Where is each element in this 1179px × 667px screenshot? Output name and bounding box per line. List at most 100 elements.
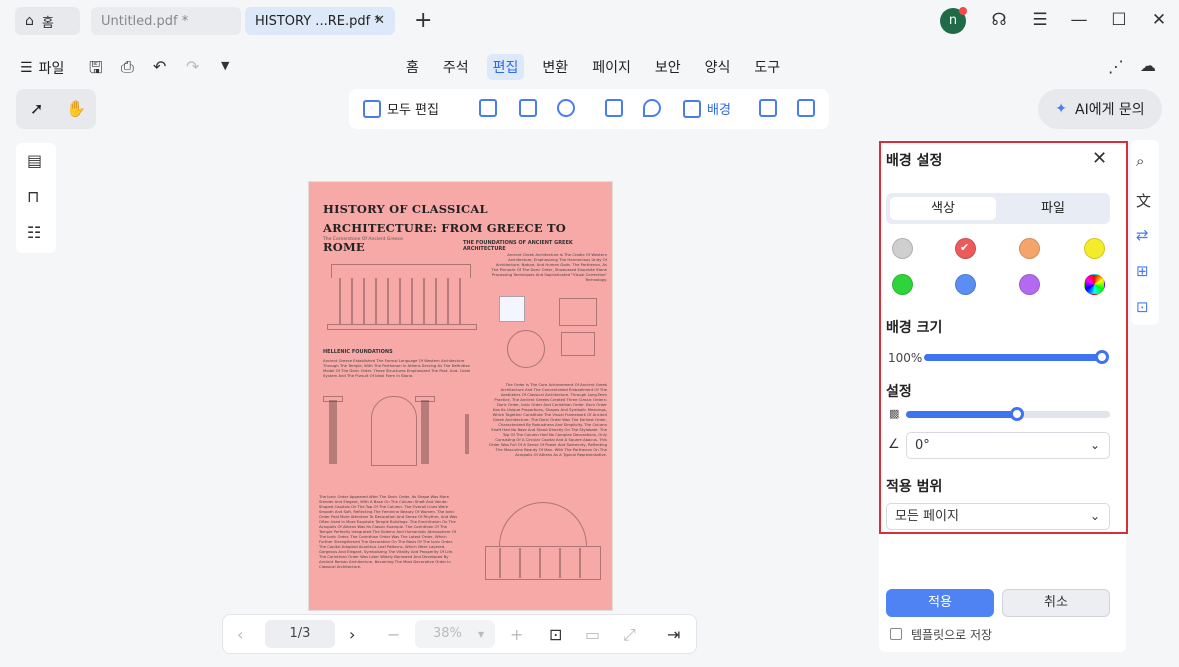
- add-image-icon[interactable]: [519, 99, 537, 117]
- thumbnails-icon[interactable]: ▤: [27, 151, 42, 170]
- color-swatch-yellow[interactable]: [1084, 238, 1105, 259]
- page-indicator[interactable]: 1/3: [265, 620, 335, 648]
- scope-label: 적용 범위: [886, 479, 943, 495]
- size-slider-handle[interactable]: [1095, 350, 1109, 364]
- geometry-diagram: [507, 330, 545, 368]
- color-swatch-orange[interactable]: [1019, 238, 1040, 259]
- scope-select[interactable]: 모든 페이지 ⌄: [886, 503, 1110, 530]
- undo-icon[interactable]: ↶: [153, 57, 166, 76]
- close-window-icon[interactable]: ✕: [1147, 8, 1171, 32]
- color-swatch-blue[interactable]: [955, 274, 976, 295]
- add-text-icon[interactable]: [479, 99, 497, 117]
- color-swatch-purple[interactable]: [1019, 274, 1040, 295]
- document-tab-untitled[interactable]: Untitled.pdf *: [91, 7, 241, 35]
- edit-all-button[interactable]: 모두 편집: [363, 99, 439, 118]
- scope-value: 모든 페이지: [895, 509, 959, 524]
- select-cursor-icon[interactable]: ➚: [30, 99, 43, 118]
- background-icon: [683, 99, 701, 118]
- menu-bar: ☰ 파일 🖫 ⎙ ↶ ↷ ▼ 홈 주석 편집 변환 페이지 보안 양식 도구 ⋰…: [0, 48, 1179, 86]
- screen-record-icon[interactable]: ⊡: [1136, 298, 1149, 316]
- size-slider-fill: [924, 354, 1102, 361]
- save-template-label: 템플릿으로 저장: [911, 628, 993, 642]
- bates-number-icon[interactable]: [797, 99, 815, 117]
- file-menu[interactable]: ☰ 파일: [20, 58, 64, 78]
- section-heading-hellenic: HELLENIC FOUNDATIONS: [323, 349, 393, 355]
- menu-item-tools[interactable]: 도구: [748, 54, 786, 80]
- minimize-icon[interactable]: —: [1067, 8, 1091, 32]
- inset-image: [499, 296, 525, 322]
- menu-item-edit[interactable]: 편집: [486, 54, 525, 80]
- source-toggle: 색상 파일: [886, 193, 1110, 224]
- hamburger-menu-icon[interactable]: ☰: [1028, 8, 1052, 32]
- background-label: 배경: [707, 103, 731, 118]
- ocr-icon[interactable]: ⊞: [1136, 262, 1149, 280]
- zoom-select[interactable]: 38% ▼: [415, 620, 495, 648]
- compare-icon[interactable]: ⇄: [1136, 226, 1149, 244]
- tab-color[interactable]: 색상: [890, 197, 996, 220]
- menu-item-page[interactable]: 페이지: [586, 54, 637, 80]
- share-icon[interactable]: ⋰: [1108, 57, 1124, 76]
- edit-all-icon: [363, 99, 381, 118]
- search-icon[interactable]: ⌕: [1136, 152, 1144, 170]
- background-button[interactable]: 배경: [683, 99, 731, 118]
- save-template-checkbox[interactable]: [890, 628, 902, 640]
- color-swatch-red[interactable]: ✔: [955, 238, 976, 259]
- redo-icon[interactable]: ↷: [186, 57, 199, 76]
- checkmark-icon: ✔: [960, 241, 970, 254]
- page-fit-icon[interactable]: ▭: [585, 625, 600, 644]
- tab-file[interactable]: 파일: [1000, 197, 1106, 220]
- document-tab-history[interactable]: HISTORY ...RE.pdf * ✕: [245, 7, 395, 35]
- pdf-page[interactable]: HISTORY OF CLASSICAL ARCHITECTURE: FROM …: [308, 181, 613, 611]
- rotation-value: 0°: [915, 438, 930, 453]
- opacity-checker-icon: ▩: [889, 407, 900, 420]
- color-swatch-gray[interactable]: [892, 238, 913, 259]
- triangle-diagram: [559, 298, 597, 326]
- fullscreen-icon[interactable]: ⤢: [623, 625, 636, 645]
- print-icon[interactable]: ⎙: [121, 57, 134, 77]
- menu-item-protect[interactable]: 보안: [649, 54, 687, 80]
- close-tab-icon[interactable]: ✕: [374, 13, 385, 28]
- view-mode-icon[interactable]: ⊡: [549, 625, 562, 644]
- notification-dot: [959, 7, 967, 15]
- zoom-in-icon[interactable]: +: [510, 625, 523, 644]
- bookmark-icon[interactable]: ⊓: [27, 187, 39, 206]
- crop-icon[interactable]: [605, 99, 623, 117]
- menu-item-home[interactable]: 홈: [400, 54, 425, 80]
- next-page-icon[interactable]: ›: [349, 625, 355, 644]
- header-footer-icon[interactable]: [759, 99, 777, 117]
- home-tab[interactable]: ⌂ 홈: [15, 7, 80, 35]
- ask-ai-button[interactable]: ✦ AI에게 문의: [1038, 89, 1162, 129]
- hand-tool-icon[interactable]: ✋: [66, 99, 86, 118]
- chevron-down-icon: ⌄: [1089, 438, 1100, 452]
- comment-icon[interactable]: ☷: [27, 223, 41, 242]
- previous-page-icon[interactable]: ‹: [237, 625, 243, 644]
- menu-item-form[interactable]: 양식: [699, 54, 737, 80]
- menu-item-convert[interactable]: 변환: [536, 54, 574, 80]
- rotation-angle-icon: ∠: [888, 437, 900, 452]
- zoom-out-icon[interactable]: −: [387, 625, 400, 644]
- zoom-level: 38%: [433, 626, 462, 641]
- chevron-down-icon: ⌄: [1089, 509, 1100, 523]
- color-swatch-green[interactable]: [892, 274, 913, 295]
- close-panel-icon[interactable]: ✕: [1092, 148, 1107, 169]
- maximize-icon[interactable]: ☐: [1107, 8, 1131, 32]
- save-icon[interactable]: 🖫: [89, 57, 103, 84]
- menu-item-comment[interactable]: 주석: [437, 54, 475, 80]
- support-headset-icon[interactable]: ☊: [987, 8, 1011, 32]
- cloud-upload-icon[interactable]: ☁: [1140, 56, 1156, 75]
- tab-label: Untitled.pdf *: [101, 13, 189, 29]
- cancel-button[interactable]: 취소: [1002, 589, 1110, 617]
- color-swatch-custom[interactable]: [1084, 274, 1105, 295]
- apply-button[interactable]: 적용: [886, 589, 994, 617]
- quick-access-dropdown-icon[interactable]: ▼: [221, 59, 229, 72]
- avatar[interactable]: n: [940, 7, 967, 34]
- menu-lines-icon: ☰: [20, 60, 33, 76]
- watermark-icon[interactable]: [643, 99, 661, 117]
- edit-toolbar: 모두 편집 배경: [349, 89, 829, 129]
- add-link-icon[interactable]: [557, 99, 575, 117]
- translate-icon[interactable]: 文: [1136, 190, 1151, 211]
- rotation-select[interactable]: 0° ⌄: [906, 432, 1110, 459]
- file-menu-label: 파일: [38, 61, 65, 77]
- presentation-icon[interactable]: ⇥: [667, 625, 680, 644]
- new-tab-button[interactable]: +: [414, 8, 432, 33]
